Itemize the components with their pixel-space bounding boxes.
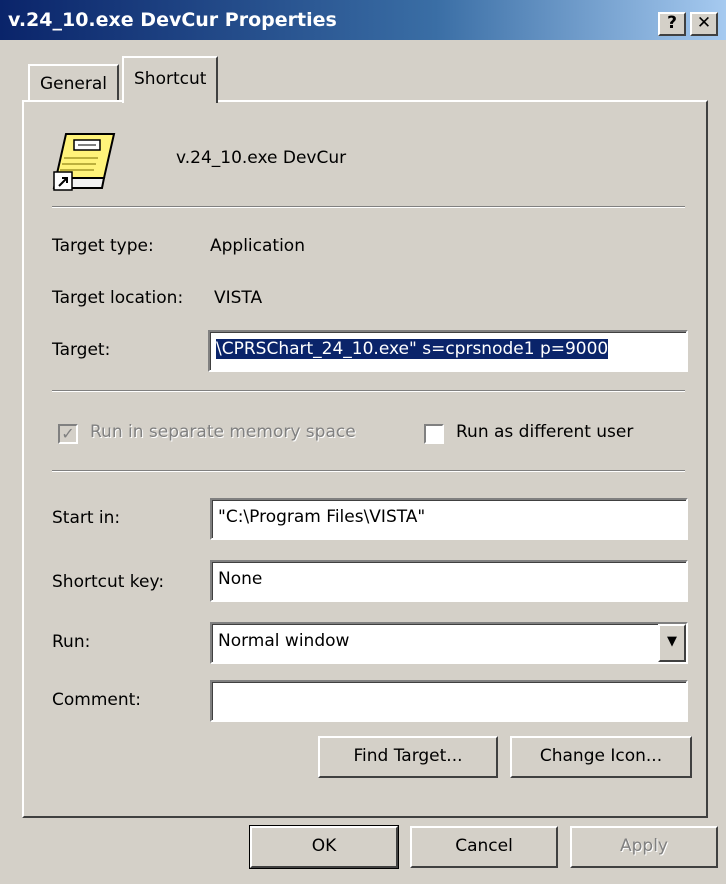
run-label: Run:: [52, 632, 91, 652]
start-in-label: Start in:: [52, 508, 121, 528]
tab-general[interactable]: General: [28, 64, 119, 102]
run-select[interactable]: Normal window ▼: [210, 622, 688, 664]
window-title: v.24_10.exe DevCur Properties: [8, 9, 337, 31]
comment-label: Comment:: [52, 690, 142, 710]
cancel-button[interactable]: Cancel: [410, 826, 558, 868]
target-type-value: Application: [210, 236, 305, 256]
help-button[interactable]: ?: [658, 12, 686, 36]
shortcut-key-label: Shortcut key:: [52, 572, 165, 592]
change-icon-button[interactable]: Change Icon...: [510, 736, 692, 778]
separator: [52, 390, 685, 392]
run-separate-label: Run in separate memory space: [90, 422, 356, 442]
target-label: Target:: [52, 340, 111, 360]
shortcut-key-field[interactable]: None: [210, 560, 688, 602]
start-in-field[interactable]: "C:\Program Files\VISTA": [210, 498, 688, 540]
apply-button[interactable]: Apply: [570, 826, 718, 868]
close-button[interactable]: ✕: [690, 12, 718, 36]
shortcut-icon: [52, 130, 122, 194]
find-target-button[interactable]: Find Target...: [318, 736, 498, 778]
ok-button[interactable]: OK: [249, 825, 399, 869]
run-different-user-label: Run as different user: [456, 422, 634, 442]
separator: [52, 470, 685, 472]
tab-shortcut[interactable]: Shortcut: [122, 56, 219, 103]
run-separate-checkbox[interactable]: ✓: [58, 424, 78, 444]
chevron-down-icon[interactable]: ▼: [658, 624, 686, 662]
properties-dialog: v.24_10.exe DevCur Properties ? ✕ Genera…: [0, 0, 726, 884]
target-location-value: VISTA: [214, 288, 263, 308]
shortcut-panel: v.24_10.exe DevCur Target type: Applicat…: [22, 100, 708, 818]
shortcut-name: v.24_10.exe DevCur: [176, 148, 347, 168]
comment-field[interactable]: [210, 680, 688, 722]
separator: [52, 206, 685, 208]
target-field[interactable]: \CPRSChart_24_10.exe" s=cprsnode1 p=9000: [208, 330, 688, 372]
target-value: \CPRSChart_24_10.exe" s=cprsnode1 p=9000: [216, 339, 609, 359]
run-value: Normal window: [218, 631, 350, 651]
target-type-label: Target type:: [52, 236, 154, 256]
target-location-label: Target location:: [52, 288, 184, 308]
title-bar[interactable]: v.24_10.exe DevCur Properties ? ✕: [0, 0, 726, 40]
run-different-user-checkbox[interactable]: [424, 424, 444, 444]
